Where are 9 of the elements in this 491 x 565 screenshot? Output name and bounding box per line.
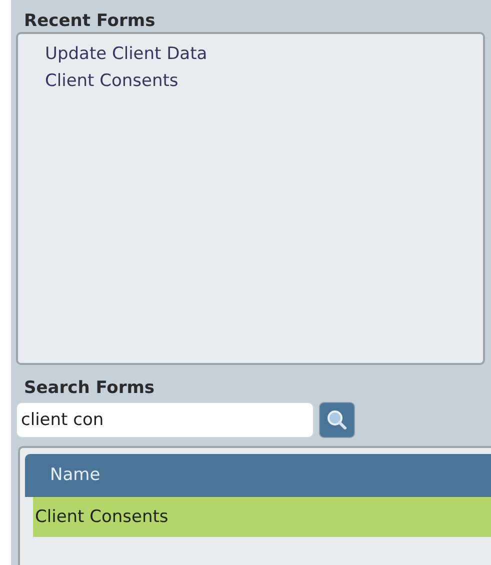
column-header[interactable]: Name xyxy=(25,454,491,497)
table-row[interactable]: Client Consents xyxy=(33,497,491,537)
list-item[interactable]: Client Consents xyxy=(45,68,178,95)
search-field[interactable]: client con xyxy=(16,402,314,438)
section-title: Recent Forms xyxy=(23,10,156,32)
section-title: Search Forms xyxy=(23,377,156,399)
search-button[interactable] xyxy=(319,402,355,438)
search-icon xyxy=(326,409,348,431)
list-item[interactable]: Update Client Data xyxy=(45,41,208,68)
